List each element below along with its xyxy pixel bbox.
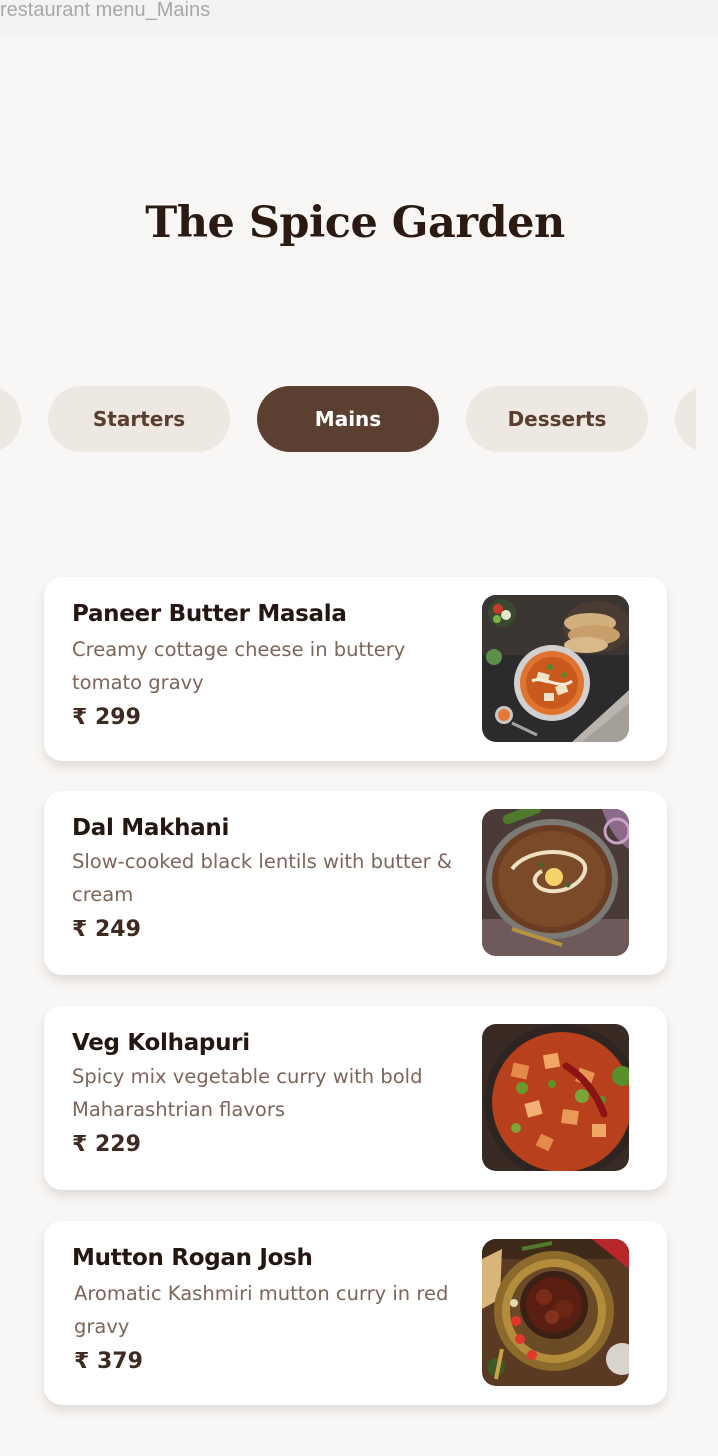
menu-item-photo: [482, 1024, 629, 1171]
menu-item-price: ₹ 229: [72, 1132, 141, 1157]
menu-item-card[interactable]: Paneer Butter Masala Creamy cottage chee…: [44, 577, 667, 761]
menu-item-photo: [482, 809, 629, 956]
menu-item-description: Spicy mix vegetable curry with bold Maha…: [72, 1065, 423, 1121]
menu-item-price: ₹ 249: [72, 917, 141, 942]
menu-item-description: Slow-cooked black lentils with butter & …: [72, 850, 453, 906]
menu-item-price: ₹ 299: [72, 705, 141, 730]
tab-mains[interactable]: Mains: [257, 386, 439, 452]
menu-item-name: Veg Kolhapuri: [72, 1030, 250, 1056]
menu-item-description: Creamy cottage cheese in buttery tomato …: [72, 638, 406, 694]
menu-item-name: Dal Makhani: [72, 815, 230, 841]
tab-starters[interactable]: Starters: [48, 386, 230, 452]
menu-item-photo: [482, 1239, 629, 1386]
menu-item-text: Veg Kolhapuri Spicy mix vegetable curry …: [72, 1026, 472, 1164]
menu-item-card[interactable]: Mutton Rogan Josh Aromatic Kashmiri mutt…: [44, 1221, 667, 1405]
tab-previous-partial[interactable]: [0, 386, 21, 452]
frame-label: restaurant menu_Mains: [0, 0, 211, 21]
menu-item-text: Paneer Butter Masala Creamy cottage chee…: [72, 597, 472, 737]
tab-desserts[interactable]: Desserts: [466, 386, 648, 452]
menu-item-card[interactable]: Dal Makhani Slow-cooked black lentils wi…: [44, 791, 667, 975]
menu-item-price: ₹ 379: [74, 1349, 143, 1374]
menu-item-description: Aromatic Kashmiri mutton curry in red gr…: [74, 1282, 449, 1338]
menu-item-text: Dal Makhani Slow-cooked black lentils wi…: [72, 811, 472, 949]
category-tabs: Starters Mains Desserts: [0, 386, 696, 452]
menu-item-card[interactable]: Veg Kolhapuri Spicy mix vegetable curry …: [44, 1006, 667, 1190]
menu-item-photo: [482, 595, 629, 742]
tab-next-partial[interactable]: [675, 386, 696, 452]
window-title-bar: restaurant menu_Mains: [0, 0, 718, 38]
restaurant-title: The Spice Garden: [145, 198, 565, 248]
menu-item-text: Mutton Rogan Josh Aromatic Kashmiri mutt…: [72, 1241, 472, 1381]
menu-item-name: Paneer Butter Masala: [72, 601, 347, 627]
menu-item-name: Mutton Rogan Josh: [72, 1245, 313, 1271]
